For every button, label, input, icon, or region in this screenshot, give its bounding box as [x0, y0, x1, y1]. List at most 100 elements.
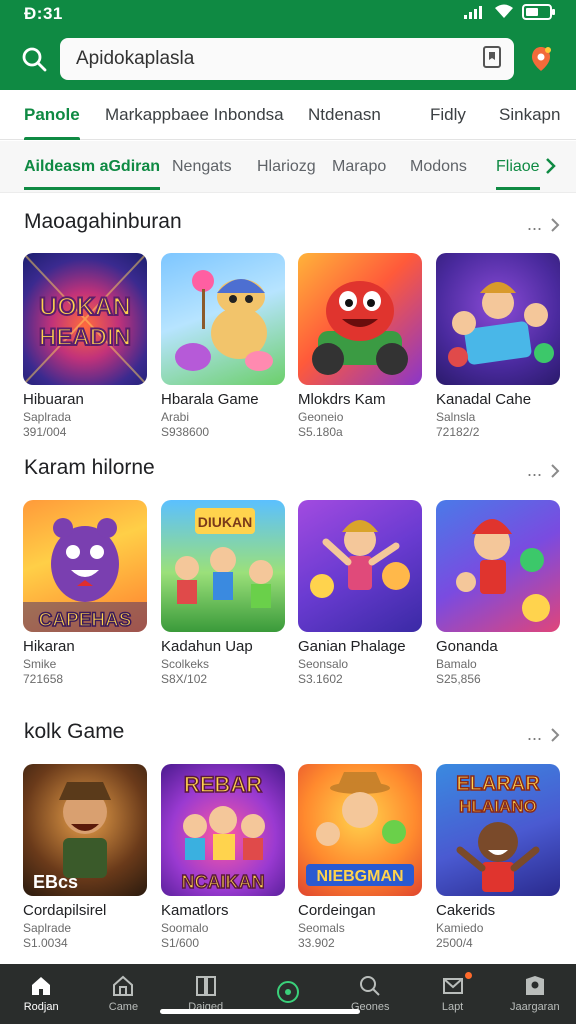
app-name: Kadahun Uap	[161, 638, 253, 655]
chevron-right-icon	[551, 463, 560, 478]
app-name: Cakerids	[436, 902, 496, 919]
app-developer: Arabi	[161, 410, 190, 424]
app-developer: Kamiedo	[436, 921, 484, 935]
app-card[interactable]: Mlokdrs Kam Geoneio S5.180a	[298, 253, 422, 439]
wifi-icon	[494, 4, 514, 24]
section-more-button[interactable]: ...	[527, 214, 560, 235]
app-downloads: S938600	[161, 425, 210, 439]
chevron-right-icon[interactable]	[545, 156, 557, 181]
app-icon: CAPEHAS	[23, 500, 147, 632]
search-header: Apidokaplasla	[0, 28, 576, 90]
svg-text:DIUKAN: DIUKAN	[198, 514, 252, 530]
svg-text:REBAR: REBAR	[184, 772, 262, 797]
svg-text:HEADIN: HEADIN	[39, 324, 131, 351]
app-name: Kanadal Cahe	[436, 391, 532, 408]
gesture-bar[interactable]	[160, 1009, 360, 1014]
search-input[interactable]: Apidokaplasla	[60, 38, 514, 80]
chip-3[interactable]: Marapo	[332, 158, 386, 176]
nav-apps[interactable]: Daiged	[165, 964, 247, 1024]
status-time: Ð:31	[24, 4, 63, 23]
tab-marketplace[interactable]: Markappbaee Inbondsa	[105, 90, 284, 140]
section-more-button[interactable]: ...	[527, 460, 560, 481]
nav-center[interactable]	[247, 964, 329, 1024]
app-icon	[298, 253, 422, 385]
app-downloads: S1.0034	[23, 936, 68, 950]
nav-games[interactable]: Came	[82, 964, 164, 1024]
app-developer: Smike	[23, 657, 57, 671]
battery-icon	[522, 3, 556, 25]
app-downloads: 72182/2	[436, 425, 480, 439]
bookmark-icon[interactable]	[482, 45, 502, 73]
app-card[interactable]: NIEBGMAN Cordeingan Seomals 33.902	[298, 764, 422, 950]
app-icon	[436, 500, 560, 632]
section-more-button[interactable]: ...	[527, 724, 560, 745]
nav-inbox[interactable]: Lapt	[411, 964, 493, 1024]
more-dots-icon: ...	[526, 724, 542, 744]
more-dots-icon: ...	[526, 460, 542, 480]
nav-label: Jaargaran	[510, 1001, 560, 1013]
section-title: kolk Game	[24, 720, 125, 743]
tab-store[interactable]: Sinkapn	[499, 90, 560, 140]
app-icon	[161, 253, 285, 385]
chip-5[interactable]: Fliaoe	[496, 158, 540, 190]
app-card[interactable]: ELARAR HLAIANO Cakerids Kamiedo 2500/4	[436, 764, 560, 950]
signal-icon	[464, 5, 486, 24]
app-name: Ganian Phalage	[298, 638, 406, 655]
app-card[interactable]: REBAR NCAIKAN Kamatlors Soomalo S1/600	[161, 764, 285, 950]
chevron-right-icon	[551, 727, 560, 742]
notification-icon[interactable]	[528, 45, 554, 73]
app-icon: UOKAN HEADIN	[23, 253, 147, 385]
tab-family[interactable]: Fidly	[430, 90, 466, 140]
app-downloads: 2500/4	[436, 936, 473, 950]
app-developer: Saplrada	[23, 410, 72, 424]
app-card[interactable]: DIUKAN Kadahun Uap Scolkeks S8X/102	[161, 500, 285, 686]
app-name: Hbarala Game	[161, 391, 259, 408]
svg-text:NCAIKAN: NCAIKAN	[182, 872, 265, 892]
app-name: Cordapilsirel	[23, 902, 107, 919]
app-downloads: S5.180a	[298, 425, 343, 439]
app-card[interactable]: Hbarala Game Arabi S938600	[161, 253, 285, 439]
chip-1[interactable]: Nengats	[172, 158, 232, 176]
nav-home[interactable]: Rodjan	[0, 964, 82, 1024]
app-developer: Geoneio	[298, 410, 344, 424]
app-developer: Scolkeks	[161, 657, 210, 671]
app-card[interactable]: UOKAN HEADIN Hibuaran Saplrada 391/004	[23, 253, 147, 439]
app-icon: ELARAR HLAIANO	[436, 764, 560, 896]
app-name: Hikaran	[23, 638, 75, 655]
chip-4[interactable]: Modons	[410, 158, 467, 176]
search-icon[interactable]	[14, 46, 54, 72]
nav-label: Lapt	[441, 1001, 464, 1013]
app-name: Cordeingan	[298, 902, 376, 919]
app-downloads: S25,856	[436, 672, 481, 686]
app-card[interactable]: CAPEHAS Hikaran Smike 721658	[23, 500, 147, 686]
app-developer: Seomals	[298, 921, 345, 935]
tab-home[interactable]: Panole	[24, 90, 80, 140]
app-card[interactable]: Kanadal Cahe Salnsla 72182/2	[436, 253, 560, 439]
app-card[interactable]: Gonanda Bamalo S25,856	[436, 500, 560, 686]
app-icon: NIEBGMAN	[298, 764, 422, 896]
nav-search[interactable]: Geones	[329, 964, 411, 1024]
svg-text:NIEBGMAN: NIEBGMAN	[316, 868, 403, 885]
chip-all[interactable]: Aildeasm aGdiran	[24, 158, 161, 190]
app-card[interactable]: EBcs Cordapilsirel Saplrade S1.0034	[23, 764, 147, 950]
nav-account[interactable]: Jaargaran	[494, 964, 576, 1024]
account-icon	[525, 976, 544, 995]
nav-label: Came	[108, 1001, 139, 1013]
app-downloads: 391/004	[23, 425, 67, 439]
app-icon	[298, 500, 422, 632]
svg-text:ELARAR: ELARAR	[456, 773, 540, 795]
app-developer: Saplrade	[23, 921, 72, 935]
svg-text:HLAIANO: HLAIANO	[459, 797, 536, 816]
bottom-navigation: Rodjan Came Daiged Geones Lapt Jaargaran	[0, 964, 576, 1024]
app-developer: Bamalo	[436, 657, 477, 671]
app-downloads: S8X/102	[161, 672, 208, 686]
section-title: Karam hilorne	[24, 456, 155, 479]
app-downloads: S3.1602	[298, 672, 343, 686]
chip-2[interactable]: Hlariozg	[257, 158, 316, 176]
app-downloads: S1/600	[161, 936, 200, 950]
system-icons	[464, 3, 556, 25]
app-card[interactable]: Ganian Phalage Seonsalo S3.1602	[298, 500, 422, 686]
tab-new[interactable]: Ntdenasn	[308, 90, 381, 140]
app-icon	[436, 253, 560, 385]
center-icon	[276, 981, 299, 1003]
